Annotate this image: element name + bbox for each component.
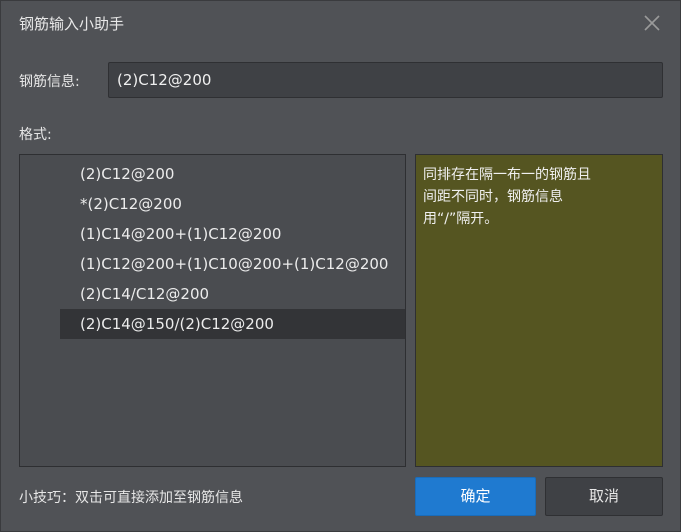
dialog-title: 钢筋输入小助手 [19,15,125,33]
rebar-info-input[interactable] [108,62,663,98]
rebar-info-label: 钢筋信息: [19,74,80,90]
description-line: 用“/”隔开。 [423,211,499,227]
format-list-item-selected[interactable]: (2)C14@150/(2)C12@200 [60,309,405,339]
format-list[interactable]: (2)C12@200 *(2)C12@200 (1)C14@200+(1)C12… [19,154,406,467]
tip-text: 小技巧：双击可直接添加至钢筋信息 [19,490,243,506]
cancel-button[interactable]: 取消 [545,477,663,516]
description-line: 同排存在隔一布一的钢筋且 [423,167,591,183]
rebar-input-dialog: 钢筋输入小助手 钢筋信息: 格式: (2)C12@200 *(2)C12@200… [0,0,681,532]
close-icon[interactable] [642,13,662,33]
format-list-item[interactable]: (1)C12@200+(1)C10@200+(1)C12@200 [60,249,405,279]
format-list-item[interactable]: (2)C14/C12@200 [60,279,405,309]
format-list-item[interactable]: (2)C12@200 [60,159,405,189]
format-label: 格式: [19,127,52,143]
description-line: 间距不同时，钢筋信息 [423,189,563,205]
format-description: 同排存在隔一布一的钢筋且 间距不同时，钢筋信息 用“/”隔开。 [415,154,663,467]
format-list-item[interactable]: *(2)C12@200 [60,189,405,219]
format-list-item[interactable]: (1)C14@200+(1)C12@200 [60,219,405,249]
ok-button[interactable]: 确定 [415,477,536,516]
